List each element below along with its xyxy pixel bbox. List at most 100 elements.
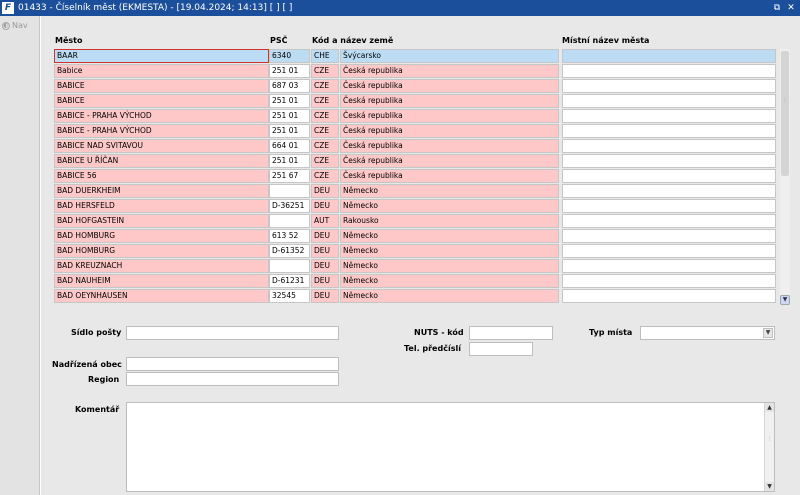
country-name-cell[interactable]: Německo [340,184,559,198]
region-input[interactable] [126,372,339,386]
close-icon[interactable]: ✕ [786,2,796,13]
psc-cell[interactable] [269,259,310,273]
local-name-cell[interactable] [562,154,776,168]
table-row[interactable]: BABICE NAD SVITAVOU 664 01 CZE Česká republ… [54,139,779,154]
komentar-textarea[interactable]: ▲ ⋮ ▼ [126,402,775,492]
city-cell[interactable]: BABICE 56 [54,169,269,183]
table-row[interactable]: BABICE 687 03 CZE Česká republika [54,79,779,94]
psc-cell[interactable]: D-36251 [269,199,310,213]
scrollbar-thumb[interactable] [781,51,789,176]
country-name-cell[interactable]: Německo [340,274,559,288]
local-name-cell[interactable] [562,79,776,93]
psc-cell[interactable] [269,184,310,198]
table-row[interactable]: BABICE - PRAHA VÝCHOD 251 01 CZE Česká repu… [54,109,779,124]
local-name-cell[interactable] [562,259,776,273]
psc-cell[interactable]: 664 01 [269,139,310,153]
psc-cell[interactable]: 6340 [269,49,310,63]
restore-icon[interactable]: ⧉ [772,2,782,13]
scroll-down-icon[interactable]: ▼ [780,295,790,305]
table-row[interactable]: BABICE 56 251 67 CZE Česká republika [54,169,779,184]
country-name-cell[interactable]: Česká republika [340,139,559,153]
psc-cell[interactable]: 251 01 [269,109,310,123]
city-cell[interactable]: BABICE NAD SVITAVOU [54,139,269,153]
table-row[interactable]: BABICE - PRAHA VÝCHOD 251 01 CZE Česká repu… [54,124,779,139]
country-name-cell[interactable]: Rakousko [340,214,559,228]
country-name-cell[interactable]: Česká republika [340,94,559,108]
local-name-cell[interactable] [562,169,776,183]
country-name-cell[interactable]: Česká republika [340,109,559,123]
local-name-cell[interactable] [562,199,776,213]
city-cell[interactable]: BABICE [54,94,269,108]
country-code-cell[interactable]: CZE [311,124,339,138]
table-row[interactable]: BAD NAUHEIM D-61231 DEU Německo [54,274,779,289]
country-code-cell[interactable]: DEU [311,259,339,273]
table-row[interactable]: BAD HERSFELD D-36251 DEU Německo [54,199,779,214]
country-name-cell[interactable]: Česká republika [340,124,559,138]
nuts-input[interactable] [469,326,553,340]
tel-predcisli-input[interactable] [469,342,533,356]
local-name-cell[interactable] [562,184,776,198]
city-cell[interactable]: BABICE - PRAHA VÝCHOD [54,124,269,138]
country-name-cell[interactable]: Česká republika [340,79,559,93]
city-cell[interactable]: BAD HOFGASTEIN [54,214,269,228]
local-name-cell[interactable] [562,94,776,108]
psc-cell[interactable]: 251 67 [269,169,310,183]
country-code-cell[interactable]: CZE [311,94,339,108]
table-row[interactable]: BAD DUERKHEIM DEU Německo [54,184,779,199]
psc-cell[interactable]: 32545 [269,289,310,303]
local-name-cell[interactable] [562,139,776,153]
country-name-cell[interactable]: Švýcarsko [340,49,559,63]
local-name-cell[interactable] [562,64,776,78]
komentar-scrollbar[interactable]: ▲ ⋮ ▼ [764,403,774,491]
local-name-cell[interactable] [562,289,776,303]
typ-mista-select[interactable]: ▼ [640,326,775,340]
table-row[interactable]: BAD OEYNHAUSEN 32545 DEU Německo [54,289,779,304]
country-code-cell[interactable]: DEU [311,184,339,198]
city-cell[interactable]: BAD HERSFELD [54,199,269,213]
country-code-cell[interactable]: AUT [311,214,339,228]
table-row[interactable]: BABICE 251 01 CZE Česká republika [54,94,779,109]
city-cell[interactable]: BAD OEYNHAUSEN [54,289,269,303]
table-row[interactable]: BAD KREUZNACH DEU Německo [54,259,779,274]
sidlo-posty-input[interactable] [126,326,339,340]
nadrizena-obec-input[interactable] [126,357,339,371]
country-code-cell[interactable]: DEU [311,199,339,213]
local-name-cell[interactable] [562,274,776,288]
country-name-cell[interactable]: Česká republika [340,64,559,78]
nav-button[interactable]: ◐ Nav [2,21,28,30]
psc-cell[interactable] [269,214,310,228]
country-name-cell[interactable]: Česká republika [340,154,559,168]
local-name-cell[interactable] [562,244,776,258]
city-cell[interactable]: BAD DUERKHEIM [54,184,269,198]
country-code-cell[interactable]: CZE [311,169,339,183]
psc-cell[interactable]: 251 01 [269,154,310,168]
chevron-down-icon[interactable]: ▼ [763,328,773,338]
table-row[interactable]: BAD HOMBURG 613 52 DEU Německo [54,229,779,244]
table-row[interactable]: Babice 251 01 CZE Česká republika [54,64,779,79]
city-cell[interactable]: BAAR [54,49,269,63]
country-code-cell[interactable]: DEU [311,274,339,288]
country-code-cell[interactable]: CZE [311,109,339,123]
country-name-cell[interactable]: Německo [340,229,559,243]
local-name-cell[interactable] [562,214,776,228]
table-row[interactable]: BABICE U ŘÍČAN 251 01 CZE Česká republika [54,154,779,169]
country-name-cell[interactable]: Německo [340,259,559,273]
country-code-cell[interactable]: CZE [311,64,339,78]
city-cell[interactable]: Babice [54,64,269,78]
psc-cell[interactable]: D-61352 [269,244,310,258]
psc-cell[interactable]: 251 01 [269,94,310,108]
city-cell[interactable]: BAD HOMBURG [54,244,269,258]
psc-cell[interactable]: 251 01 [269,64,310,78]
local-name-cell[interactable] [562,124,776,138]
country-code-cell[interactable]: CZE [311,79,339,93]
scroll-down-icon[interactable]: ▼ [765,482,774,491]
table-scrollbar[interactable]: ⋮ ▼ [780,49,790,305]
local-name-cell[interactable] [562,109,776,123]
scroll-up-icon[interactable]: ▲ [765,403,774,412]
country-code-cell[interactable]: CHE [311,49,339,63]
local-name-cell[interactable] [562,229,776,243]
country-name-cell[interactable]: Německo [340,289,559,303]
psc-cell[interactable]: 613 52 [269,229,310,243]
psc-cell[interactable]: 251 01 [269,124,310,138]
country-name-cell[interactable]: Německo [340,244,559,258]
